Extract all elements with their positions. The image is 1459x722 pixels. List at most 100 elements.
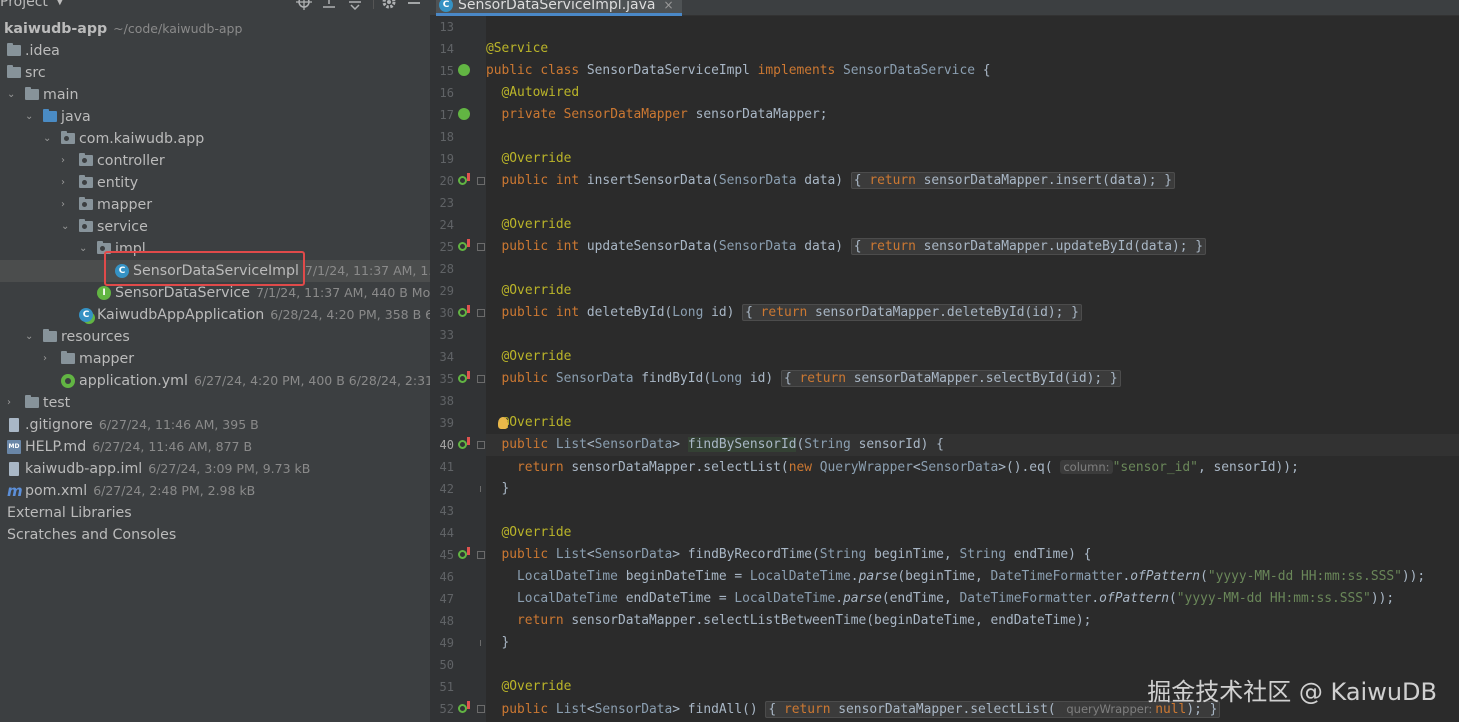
- implements-method-icon[interactable]: [458, 170, 470, 192]
- fold-icon[interactable]: [477, 243, 485, 251]
- expand-all-icon[interactable]: [347, 0, 363, 10]
- fold-icon[interactable]: [477, 177, 485, 185]
- tree-item-meta: ~/code/kaiwudb-app: [113, 21, 243, 36]
- gear-icon[interactable]: [381, 0, 397, 10]
- line-number: 44: [439, 526, 454, 540]
- tree-item-label: service: [97, 219, 148, 235]
- tree-item-src[interactable]: src: [0, 62, 430, 84]
- folder-icon: [61, 351, 75, 364]
- tree-item-java[interactable]: ⌄ java: [0, 106, 430, 128]
- tree-item-entity[interactable]: › entity: [0, 172, 430, 194]
- package-icon: [79, 197, 93, 210]
- tree-item-label: mapper: [97, 197, 153, 213]
- tree-item-label: resources: [61, 329, 130, 345]
- code-line: return sensorDataMapper.selectListBetwee…: [517, 613, 1092, 628]
- tree-item-scratches[interactable]: Scratches and Consoles: [0, 524, 430, 546]
- fold-icon[interactable]: [477, 705, 485, 713]
- close-icon[interactable]: ×: [663, 0, 673, 16]
- lightbulb-icon[interactable]: [498, 417, 508, 429]
- inlay-hint: column:: [1060, 460, 1113, 474]
- chevron-right-icon[interactable]: ›: [61, 172, 73, 194]
- tree-item-meta: 6/28/24, 4:20 PM, 358 B 6/2: [270, 307, 430, 322]
- target-icon[interactable]: [296, 0, 312, 10]
- tree-item-idea[interactable]: .idea: [0, 40, 430, 62]
- implements-method-icon[interactable]: [458, 544, 470, 566]
- chevron-down-icon[interactable]: ⌄: [25, 106, 37, 128]
- tree-item-meta: 7/1/24, 11:37 AM, 1.7 k: [304, 263, 430, 278]
- project-panel: Project ▼ kaiwudb-app ~/code/kaiwudb-app …: [0, 0, 430, 722]
- line-number: 38: [439, 394, 454, 408]
- chevron-right-icon[interactable]: ›: [61, 194, 73, 216]
- tree-item-help-md[interactable]: MD HELP.md 6/27/24, 11:46 AM, 877 B: [0, 436, 430, 458]
- minimize-icon[interactable]: [406, 0, 422, 10]
- implements-method-icon[interactable]: [458, 302, 470, 324]
- code-line: public List<SensorData> findByRecordTime…: [501, 547, 1092, 562]
- tree-item-application-yml[interactable]: application.yml 6/27/24, 4:20 PM, 400 B 6…: [0, 370, 430, 392]
- tree-item-iml[interactable]: kaiwudb-app.iml 6/27/24, 3:09 PM, 9.73 kB: [0, 458, 430, 480]
- tree-item-package[interactable]: ⌄ com.kaiwudb.app: [0, 128, 430, 150]
- chevron-down-icon[interactable]: ⌄: [79, 238, 91, 260]
- package-icon: [61, 131, 75, 144]
- tree-item-external-libraries[interactable]: External Libraries: [0, 502, 430, 524]
- tree-item-root[interactable]: kaiwudb-app ~/code/kaiwudb-app: [0, 18, 430, 40]
- tree-item-mapper[interactable]: › mapper: [0, 194, 430, 216]
- fold-end-icon[interactable]: [480, 486, 481, 492]
- chevron-right-icon[interactable]: ›: [61, 150, 73, 172]
- chevron-down-icon[interactable]: ⌄: [7, 84, 19, 106]
- collapse-all-icon[interactable]: [321, 0, 337, 10]
- tree-item-resources[interactable]: ⌄ resources: [0, 326, 430, 348]
- code-line: @Override: [486, 412, 1459, 434]
- implements-method-icon[interactable]: [458, 236, 470, 258]
- tree-item-gitignore[interactable]: .gitignore 6/27/24, 11:46 AM, 395 B: [0, 414, 430, 436]
- fold-icon[interactable]: [477, 375, 485, 383]
- spring-bean-icon[interactable]: [458, 60, 470, 82]
- tree-item-label: kaiwudb-app: [4, 21, 108, 37]
- spring-bean-icon[interactable]: [458, 104, 470, 126]
- tree-item-label: test: [43, 395, 71, 411]
- fold-end-icon[interactable]: [480, 640, 481, 646]
- tree-item-pom[interactable]: m pom.xml 6/27/24, 2:48 PM, 2.98 kB: [0, 480, 430, 502]
- implements-method-icon[interactable]: [458, 434, 470, 456]
- code-line: @Override: [501, 217, 572, 232]
- tree-item-main[interactable]: ⌄ main: [0, 84, 430, 106]
- tree-item-application-class[interactable]: C KaiwudbAppApplication 6/28/24, 4:20 PM,…: [0, 304, 430, 326]
- line-number: 52: [439, 702, 454, 716]
- fold-icon[interactable]: [477, 551, 485, 559]
- line-number: 45: [439, 548, 454, 562]
- tree-item-resources-mapper[interactable]: › mapper: [0, 348, 430, 370]
- folder-icon: [7, 65, 21, 78]
- fold-icon[interactable]: [477, 309, 485, 317]
- line-number: 14: [439, 42, 454, 56]
- tree-item-controller[interactable]: › controller: [0, 150, 430, 172]
- code-editor[interactable]: C SensorDataServiceImpl.java × @Service p…: [430, 0, 1459, 722]
- chevron-down-icon[interactable]: ⌄: [25, 326, 37, 348]
- tree-item-test[interactable]: › test: [0, 392, 430, 414]
- module-file-icon: [9, 462, 19, 476]
- code-area[interactable]: @Service public class SensorDataServiceI…: [486, 16, 1459, 722]
- source-folder-icon: [43, 109, 57, 122]
- chevron-down-icon[interactable]: ⌄: [61, 216, 73, 238]
- yaml-config-icon: [61, 374, 75, 388]
- project-panel-title[interactable]: Project: [0, 0, 48, 10]
- chevron-right-icon[interactable]: ›: [7, 392, 19, 414]
- code-line: public int deleteById(Long id) { return …: [486, 302, 1459, 324]
- tree-item-service[interactable]: ⌄ service: [0, 216, 430, 238]
- implements-method-icon[interactable]: [458, 698, 470, 720]
- implements-method-icon[interactable]: [458, 368, 470, 390]
- line-number: 43: [439, 504, 454, 518]
- chevron-down-icon[interactable]: ▼: [56, 0, 64, 7]
- line-number: 40: [439, 438, 454, 452]
- chevron-down-icon[interactable]: ⌄: [43, 128, 55, 150]
- package-icon: [79, 175, 93, 188]
- fold-icon[interactable]: [477, 441, 485, 449]
- tab-sensor-data-service-impl[interactable]: C SensorDataServiceImpl.java ×: [436, 0, 682, 16]
- folder-icon: [25, 87, 39, 100]
- chevron-right-icon[interactable]: ›: [43, 348, 55, 370]
- line-number: 29: [439, 284, 454, 298]
- line-number: 25: [439, 240, 454, 254]
- line-number: 33: [439, 328, 454, 342]
- tree-item-label: com.kaiwudb.app: [79, 131, 205, 147]
